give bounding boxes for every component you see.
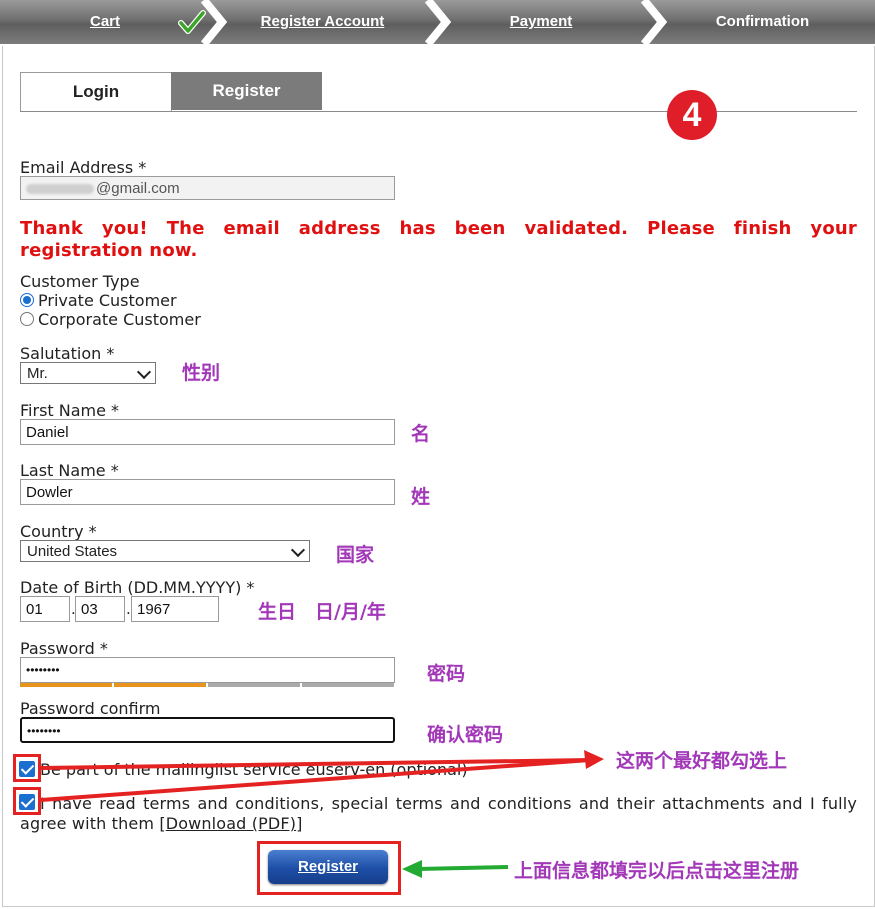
annotation-register: 上面信息都填完以后点击这里注册 bbox=[514, 860, 800, 882]
red-arrow bbox=[40, 750, 604, 802]
green-arrow bbox=[402, 860, 509, 878]
annotation-checkboxes: 这两个最好都勾选上 bbox=[616, 750, 788, 772]
